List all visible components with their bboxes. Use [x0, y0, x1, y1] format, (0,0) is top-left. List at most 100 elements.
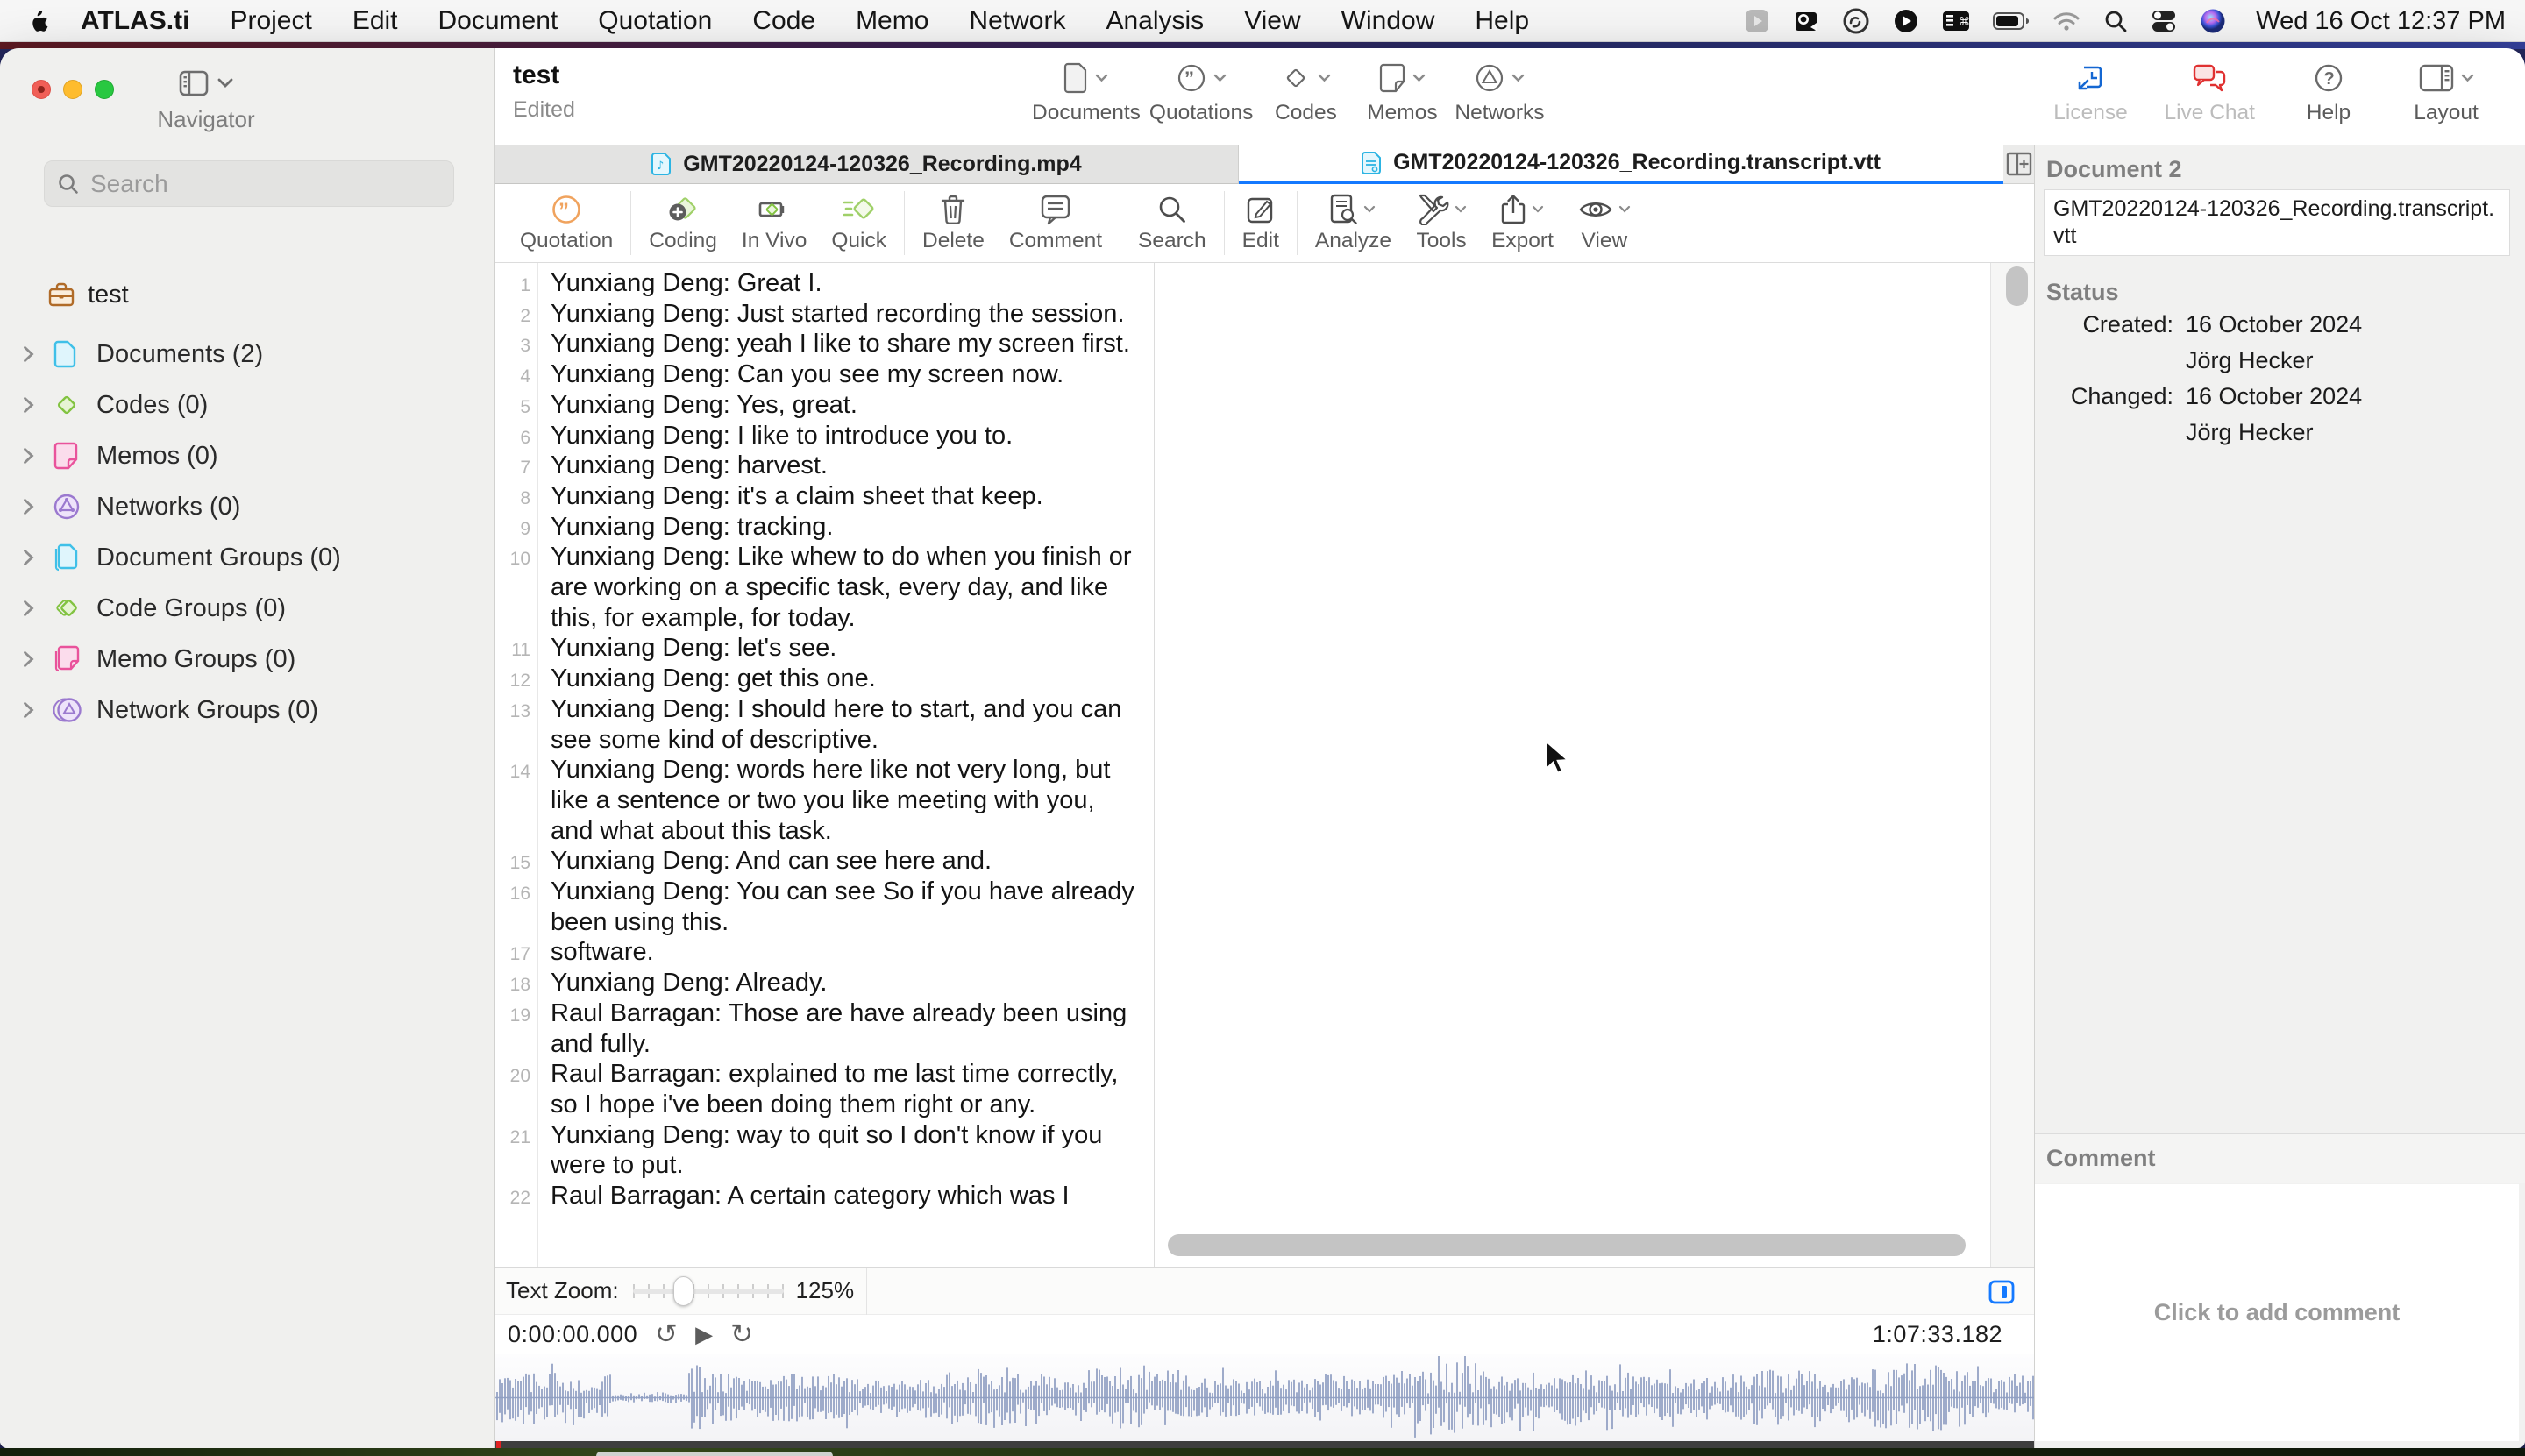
analyze-button[interactable]: Analyze — [1303, 184, 1404, 262]
menu-quotation[interactable]: Quotation — [598, 6, 712, 36]
menu-project[interactable]: Project — [230, 6, 311, 36]
menu-document[interactable]: Document — [438, 6, 558, 36]
tools-button[interactable]: Tools — [1404, 184, 1479, 262]
menu-code[interactable]: Code — [752, 6, 815, 36]
sidebar-item-codes[interactable]: Codes (0) — [0, 380, 495, 430]
sidebar-item-document-groups[interactable]: Document Groups (0) — [0, 532, 495, 583]
chevron-right-icon[interactable] — [23, 701, 40, 719]
menu-help[interactable]: Help — [1475, 6, 1529, 36]
wifi-icon[interactable] — [2052, 11, 2080, 32]
delete-button[interactable]: Delete — [910, 184, 997, 262]
menu-window[interactable]: Window — [1341, 6, 1435, 36]
search-button[interactable]: Search — [1126, 184, 1219, 262]
menu-network[interactable]: Network — [969, 6, 1065, 36]
networks-menu-button[interactable]: Networks — [1455, 57, 1544, 125]
transcript-line[interactable]: 10Yunxiang Deng: Like whew to do when yo… — [495, 542, 1153, 633]
transcript-line[interactable]: 18Yunxiang Deng: Already. — [495, 968, 1153, 998]
transcript-line[interactable]: 4Yunxiang Deng: Can you see my screen no… — [495, 359, 1153, 390]
transcript-line[interactable]: 1Yunxiang Deng: Great I. — [495, 268, 1153, 299]
menu-memo[interactable]: Memo — [856, 6, 928, 36]
edit-button[interactable]: Edit — [1230, 184, 1291, 262]
battery-icon[interactable] — [1993, 11, 2030, 31]
minimize-window-button[interactable] — [63, 80, 82, 99]
screen-record-status-icon[interactable] — [1744, 8, 1770, 34]
transcript-line[interactable]: 12Yunxiang Deng: get this one. — [495, 664, 1153, 694]
transcript-line[interactable]: 16Yunxiang Deng: You can see So if you h… — [495, 877, 1153, 937]
transcript-line[interactable]: 7Yunxiang Deng: harvest. — [495, 451, 1153, 481]
view-button[interactable]: View — [1566, 184, 1643, 262]
document-name-field[interactable]: GMT20220124-120326_Recording.transcript.… — [2044, 189, 2510, 256]
vertical-scrollbar[interactable] — [2006, 266, 2028, 306]
rewind-icon[interactable]: ↺ — [655, 1321, 678, 1348]
tab-recording-transcript-vtt[interactable]: GMT20220124-120326_Recording.transcript.… — [1239, 145, 2003, 184]
media-pane[interactable] — [1154, 263, 1990, 1267]
menu-view[interactable]: View — [1244, 6, 1300, 36]
transcript-line[interactable]: 19Raul Barragan: Those are have already … — [495, 998, 1153, 1059]
vertical-scrollbar-track[interactable] — [1990, 263, 2034, 1267]
transcript-line[interactable]: 11Yunxiang Deng: let's see. — [495, 633, 1153, 664]
sidebar-item-memos[interactable]: Memos (0) — [0, 430, 495, 481]
transcript-line[interactable]: 2Yunxiang Deng: Just started recording t… — [495, 299, 1153, 330]
chevron-right-icon[interactable] — [23, 498, 40, 515]
keyboard-menu-icon[interactable]: ⌘ — [1942, 10, 1970, 32]
transcript-line[interactable]: 6Yunxiang Deng: I like to introduce you … — [495, 421, 1153, 451]
horizontal-scrollbar[interactable] — [1168, 1234, 1966, 1256]
live-chat-button[interactable]: Live Chat — [2164, 57, 2255, 125]
transcript-editor[interactable]: 1Yunxiang Deng: Great I. 2Yunxiang Deng:… — [495, 263, 1153, 1267]
sidebar-item-networks[interactable]: Networks (0) — [0, 481, 495, 532]
play-status-icon[interactable] — [1893, 8, 1919, 34]
license-button[interactable]: License — [2046, 57, 2134, 125]
in-vivo-button[interactable]: In Vivo — [729, 184, 819, 262]
memos-menu-button[interactable]: Memos — [1358, 57, 1446, 125]
navigator-switcher[interactable]: Navigator — [132, 67, 281, 133]
chevron-right-icon[interactable] — [23, 549, 40, 566]
quotations-menu-button[interactable]: ” Quotations — [1149, 57, 1254, 125]
transcript-line[interactable]: 15Yunxiang Deng: And can see here and. — [495, 846, 1153, 877]
transcript-line[interactable]: 14Yunxiang Deng: words here like not ver… — [495, 755, 1153, 846]
menubar-app-name[interactable]: ATLAS.ti — [81, 6, 189, 36]
chevron-right-icon[interactable] — [23, 447, 40, 465]
sidebar-item-network-groups[interactable]: Network Groups (0) — [0, 685, 495, 735]
layout-button[interactable]: Layout — [2402, 57, 2490, 125]
chevron-right-icon[interactable] — [23, 396, 40, 414]
control-center-icon[interactable] — [2151, 9, 2177, 33]
sidebar-item-documents[interactable]: Documents (2) — [0, 329, 495, 380]
codes-menu-button[interactable]: Codes — [1262, 57, 1349, 125]
transcript-line[interactable]: 9Yunxiang Deng: tracking. — [495, 512, 1153, 543]
sidebar-search-input[interactable]: Search — [44, 160, 454, 207]
comment-button[interactable]: Comment — [997, 184, 1114, 262]
toggle-margin-panel-icon[interactable] — [1988, 1280, 2015, 1304]
siri-icon[interactable] — [2200, 8, 2226, 34]
apple-icon[interactable] — [30, 10, 49, 32]
capture-app-icon[interactable] — [1793, 8, 1819, 34]
transcript-line[interactable]: 3Yunxiang Deng: yeah I like to share my … — [495, 329, 1153, 359]
playhead-marker[interactable] — [496, 1441, 501, 1448]
split-editor-icon[interactable] — [2006, 151, 2032, 177]
transcript-line[interactable]: 22Raul Barragan: A certain category whic… — [495, 1181, 1153, 1211]
chevron-right-icon[interactable] — [23, 650, 40, 668]
zoom-window-button[interactable] — [95, 80, 114, 99]
comment-editor[interactable]: Click to add comment — [2035, 1184, 2519, 1441]
play-button[interactable]: ▶ — [695, 1322, 713, 1348]
chevron-right-icon[interactable] — [23, 345, 40, 363]
spotlight-icon[interactable] — [2103, 9, 2128, 33]
coding-button[interactable]: Coding — [637, 184, 729, 262]
menu-analysis[interactable]: Analysis — [1106, 6, 1204, 36]
export-button[interactable]: Export — [1479, 184, 1566, 262]
loop-icon[interactable]: ↻ — [730, 1321, 753, 1348]
close-window-button[interactable] — [32, 80, 51, 99]
transcript-line[interactable]: 8Yunxiang Deng: it's a claim sheet that … — [495, 481, 1153, 512]
audio-waveform[interactable] — [495, 1354, 2034, 1441]
documents-menu-button[interactable]: Documents — [1032, 57, 1141, 125]
text-zoom-slider[interactable] — [633, 1274, 784, 1309]
quotation-button[interactable]: ” Quotation — [508, 184, 625, 262]
quick-coding-button[interactable]: Quick — [819, 184, 899, 262]
slider-thumb[interactable] — [673, 1276, 693, 1306]
menu-edit[interactable]: Edit — [352, 6, 398, 36]
transcript-line[interactable]: 20Raul Barragan: explained to me last ti… — [495, 1059, 1153, 1119]
tab-recording-mp4[interactable]: ♪ GMT20220124-120326_Recording.mp4 — [495, 145, 1239, 184]
transcript-line[interactable]: 21Yunxiang Deng: way to quit so I don't … — [495, 1120, 1153, 1181]
chevron-right-icon[interactable] — [23, 600, 40, 617]
help-button[interactable]: ? Help — [2285, 57, 2372, 125]
transcript-line[interactable]: 17software. — [495, 937, 1153, 968]
